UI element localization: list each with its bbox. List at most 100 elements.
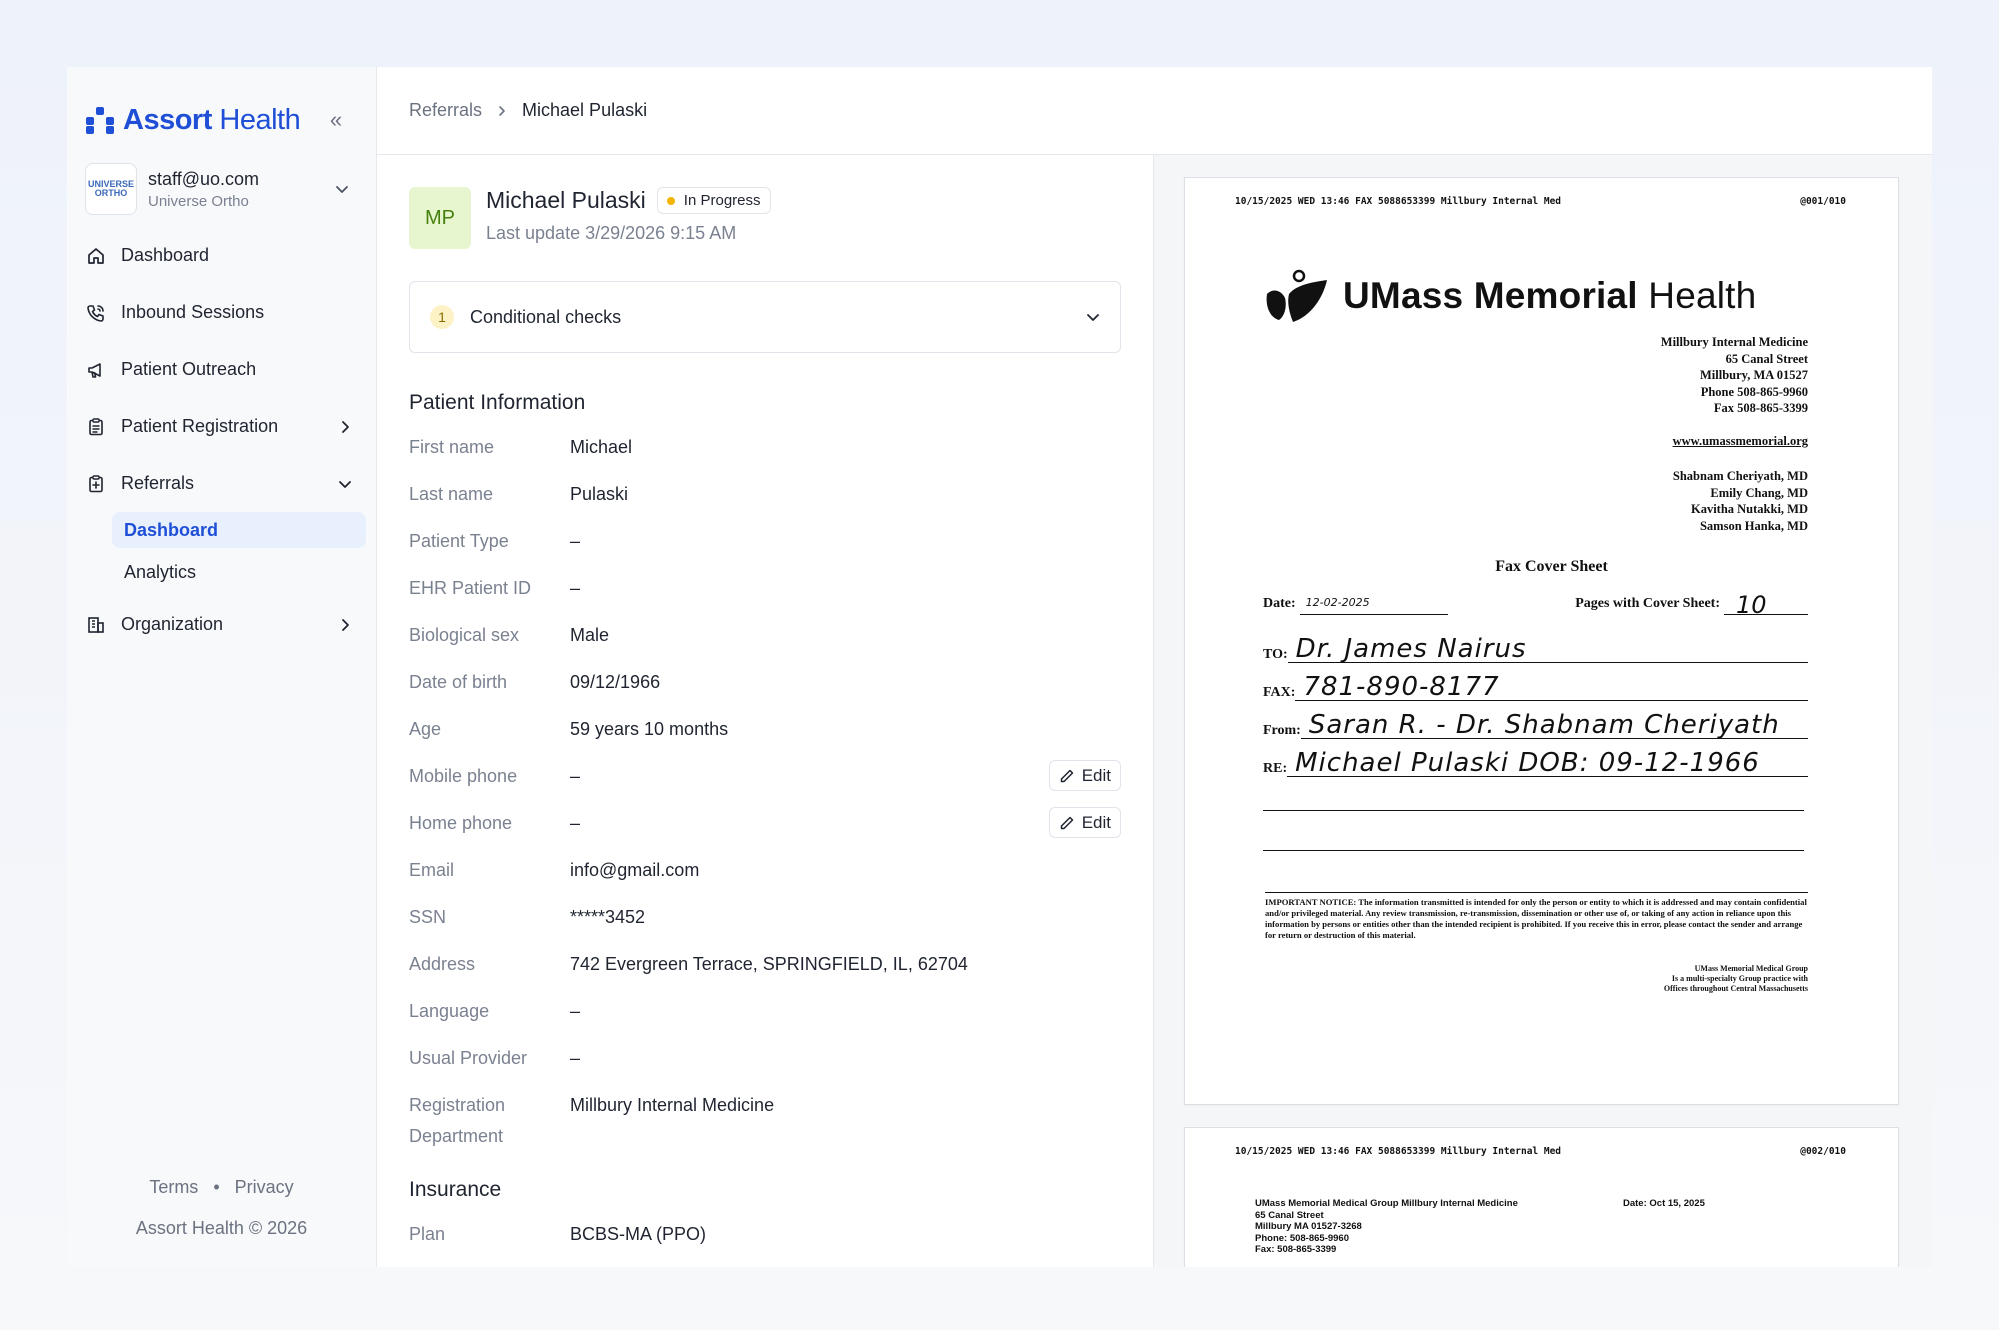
info-value: info@gmail.com [570, 860, 700, 880]
sidebar-item-label: Dashboard [121, 245, 210, 265]
info-value: BCBS-MA (PPO) [570, 1224, 707, 1244]
info-label: Date of birth [409, 672, 508, 692]
info-label: Biological sex [409, 625, 520, 645]
info-value: – [570, 766, 581, 786]
fax-date-value: 12-02-2025 [1299, 596, 1448, 615]
edit-mobile-phone-button[interactable]: Edit [1048, 760, 1121, 791]
info-value: 742 Evergreen Terrace, SPRINGFIELD, IL, … [570, 954, 968, 974]
building-icon [85, 614, 107, 636]
insurance-list: Plan BCBS-MA (PPO) [409, 1214, 1121, 1261]
info-label: Language [409, 1001, 490, 1021]
account-org: Universe Ortho [148, 192, 249, 210]
pencil-icon [1060, 816, 1073, 829]
info-row-biological-sex: Biological sex Male [409, 615, 1121, 662]
fax-to-line: TO: Dr. James Nairus [1263, 636, 1808, 663]
info-label: SSN [409, 907, 447, 927]
info-row-email: Email info@gmail.com [409, 850, 1121, 897]
sidebar-item-label: Referrals [121, 473, 195, 493]
chevron-right-icon [342, 618, 349, 631]
account-email: staff@uo.com [148, 168, 259, 189]
pencil-icon [1060, 769, 1073, 782]
status-label: In Progress [683, 192, 761, 209]
info-value: Michael [570, 437, 633, 457]
info-label: First name [409, 437, 495, 457]
info-row-first-name: First name Michael [409, 427, 1121, 474]
sidebar-subitem-analytics[interactable]: Analytics [112, 554, 366, 590]
sidebar-item-label: Patient Registration [121, 416, 279, 436]
terms-link[interactable]: Terms [149, 1177, 198, 1197]
sidebar-subitem-dashboard[interactable]: Dashboard [112, 512, 366, 548]
sidebar-nav: Dashboard Inbound Sessions Patient Outre… [67, 227, 376, 653]
sidebar-footer: Terms • Privacy Assort Health © 2026 [67, 1177, 376, 1239]
chevron-down-icon [339, 480, 351, 488]
sidebar-item-inbound-sessions[interactable]: Inbound Sessions [67, 284, 376, 341]
sidebar-item-patient-outreach[interactable]: Patient Outreach [67, 341, 376, 398]
info-label: Home phone [409, 813, 513, 833]
sidebar-item-referrals[interactable]: Referrals [67, 455, 376, 512]
fax-number-line: FAX: 781-890-8177 [1263, 674, 1808, 701]
insurance-title: Insurance [409, 1178, 502, 1201]
info-label: Address [409, 954, 476, 974]
info-label: Last name [409, 484, 494, 504]
patient-details-pane: MP Michael Pulaski In Progress Last upda… [377, 155, 1154, 1267]
avatar: MP [409, 187, 471, 249]
clipboard-icon [85, 416, 107, 438]
document-viewer[interactable]: 10/15/2025 WED 13:46 FAX 5088653399 Mill… [1154, 155, 1932, 1267]
umass-logo-icon [1266, 269, 1327, 322]
breadcrumb-referrals[interactable]: Referrals [409, 100, 482, 121]
chevron-right-icon [342, 420, 349, 433]
sidebar-item-label: Inbound Sessions [121, 302, 265, 322]
info-row-age: Age 59 years 10 months [409, 709, 1121, 756]
umass-logo: UMass Memorial Health [1263, 268, 1756, 324]
info-value: Pulaski [570, 484, 629, 504]
info-row-ehr-patient-id: EHR Patient ID – [409, 568, 1121, 615]
sidebar-item-patient-registration[interactable]: Patient Registration [67, 398, 376, 455]
privacy-link[interactable]: Privacy [235, 1177, 294, 1197]
info-label: Mobile phone [409, 766, 518, 786]
edit-label: Edit [1081, 812, 1111, 832]
content: MP Michael Pulaski In Progress Last upda… [377, 155, 1932, 1267]
sidebar-item-dashboard[interactable]: Dashboard [67, 227, 376, 284]
chevron-right-icon [499, 105, 505, 116]
info-value: 09/12/1966 [570, 672, 661, 692]
main-area: Referrals Michael Pulaski MP Michael Pul… [377, 67, 1932, 1267]
patient-info-list: First name Michael Last name Pulaski Patient… [409, 427, 1121, 1152]
info-label: Patient Type [409, 531, 509, 551]
info-value: Male [570, 625, 610, 645]
fax-header-text: 10/15/2025 WED 13:46 FAX 5088653399 Mill… [1235, 196, 1562, 207]
info-row-last-name: Last name Pulaski [409, 474, 1121, 521]
sidebar: Assort Health « UNIVERSE ORTHO staff@uo.… [67, 67, 377, 1267]
fax-blank-line [1263, 810, 1804, 811]
status-badge: In Progress [656, 187, 771, 214]
info-row-home-phone: Home phone – Edit [409, 803, 1121, 850]
info-value: Millbury Internal Medicine [570, 1095, 775, 1115]
fax-page-1: 10/15/2025 WED 13:46 FAX 5088653399 Mill… [1184, 177, 1899, 1105]
info-label: Plan [409, 1224, 446, 1244]
fax-cover-title: Fax Cover Sheet [1495, 558, 1608, 575]
edit-home-phone-button[interactable]: Edit [1048, 807, 1121, 838]
info-row-date-of-birth: Date of birth 09/12/1966 [409, 662, 1121, 709]
fax-pages-value: 10 [1724, 593, 1808, 617]
info-row-ssn: SSN *****3452 [409, 897, 1121, 944]
assort-logo-icon [86, 107, 114, 134]
info-label: Usual Provider [409, 1048, 528, 1068]
info-value: – [570, 1048, 581, 1068]
fax-page-2: 10/15/2025 WED 13:46 FAX 5088653399 Mill… [1184, 1127, 1899, 1267]
conditional-checks-accordion[interactable]: 1 Conditional checks [409, 281, 1121, 353]
info-label: EHR Patient ID [409, 578, 532, 598]
info-row-address: Address 742 Evergreen Terrace, SPRINGFIEL… [409, 944, 1121, 991]
status-dot [666, 196, 675, 205]
sidebar-item-organization[interactable]: Organization [67, 596, 376, 653]
fax-re-line: RE: Michael Pulaski DOB: 09-12-1966 [1263, 750, 1808, 777]
referrals-subnav: Dashboard Analytics [67, 512, 376, 590]
fax-header: 10/15/2025 WED 13:46 FAX 5088653399 Mill… [1235, 196, 1846, 207]
account-switcher[interactable]: UNIVERSE ORTHO staff@uo.com Universe Ort… [67, 153, 376, 225]
info-label: Email [409, 860, 455, 880]
umass-website: www.umassmemorial.org [1672, 434, 1808, 448]
info-value: – [570, 578, 581, 598]
info-row-usual-provider: Usual Provider – [409, 1038, 1121, 1085]
collapse-sidebar-button[interactable]: « [322, 107, 350, 133]
breadcrumb: Referrals Michael Pulaski [377, 67, 1932, 155]
info-value: – [570, 813, 581, 833]
conditional-checks-count: 1 [430, 305, 454, 329]
